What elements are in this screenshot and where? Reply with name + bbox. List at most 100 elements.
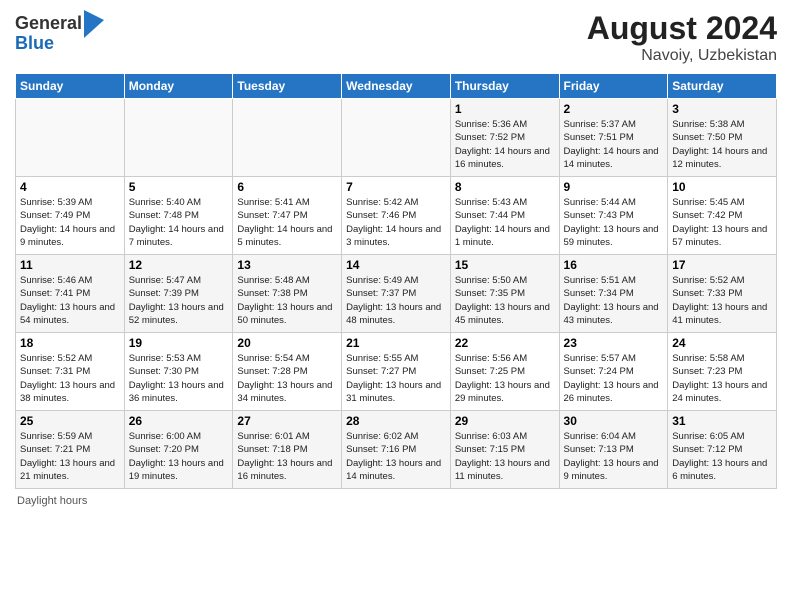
day-cell: 28 Sunrise: 6:02 AM Sunset: 7:16 PM Dayli… <box>342 411 451 489</box>
day-info: Sunrise: 6:00 AM Sunset: 7:20 PM Dayligh… <box>129 430 229 483</box>
day-number: 3 <box>672 102 772 116</box>
day-cell <box>16 99 125 177</box>
weekday-saturday: Saturday <box>668 74 777 99</box>
day-cell: 19 Sunrise: 5:53 AM Sunset: 7:30 PM Dayli… <box>124 333 233 411</box>
day-cell: 13 Sunrise: 5:48 AM Sunset: 7:38 PM Dayli… <box>233 255 342 333</box>
day-info: Sunrise: 5:36 AM Sunset: 7:52 PM Dayligh… <box>455 118 555 171</box>
day-info: Sunrise: 5:43 AM Sunset: 7:44 PM Dayligh… <box>455 196 555 249</box>
day-number: 5 <box>129 180 229 194</box>
day-cell: 3Sunrise: 5:38 AM Sunset: 7:50 PM Daylig… <box>668 99 777 177</box>
day-info: Sunrise: 5:52 AM Sunset: 7:33 PM Dayligh… <box>672 274 772 327</box>
day-number: 29 <box>455 414 555 428</box>
day-number: 7 <box>346 180 446 194</box>
week-row-4: 18 Sunrise: 5:52 AM Sunset: 7:31 PM Dayli… <box>16 333 777 411</box>
location: Navoiy, Uzbekistan <box>587 47 777 65</box>
day-number: 18 <box>20 336 120 350</box>
day-info: Sunrise: 5:41 AM Sunset: 7:47 PM Dayligh… <box>237 196 337 249</box>
day-cell: 12 Sunrise: 5:47 AM Sunset: 7:39 PM Dayli… <box>124 255 233 333</box>
day-number: 27 <box>237 414 337 428</box>
day-number: 21 <box>346 336 446 350</box>
day-number: 31 <box>672 414 772 428</box>
day-cell: 26 Sunrise: 6:00 AM Sunset: 7:20 PM Dayli… <box>124 411 233 489</box>
day-info: Sunrise: 5:45 AM Sunset: 7:42 PM Dayligh… <box>672 196 772 249</box>
day-cell: 15Sunrise: 5:50 AM Sunset: 7:35 PM Dayli… <box>450 255 559 333</box>
day-info: Sunrise: 6:01 AM Sunset: 7:18 PM Dayligh… <box>237 430 337 483</box>
weekday-friday: Friday <box>559 74 668 99</box>
daylight-label: Daylight hours <box>17 495 87 507</box>
day-cell <box>124 99 233 177</box>
day-number: 26 <box>129 414 229 428</box>
day-cell: 16 Sunrise: 5:51 AM Sunset: 7:34 PM Dayli… <box>559 255 668 333</box>
day-cell: 2 Sunrise: 5:37 AM Sunset: 7:51 PM Daylig… <box>559 99 668 177</box>
footer: Daylight hours <box>15 495 777 507</box>
day-info: Sunrise: 6:02 AM Sunset: 7:16 PM Dayligh… <box>346 430 446 483</box>
day-cell: 4 Sunrise: 5:39 AM Sunset: 7:49 PM Daylig… <box>16 177 125 255</box>
day-number: 30 <box>564 414 664 428</box>
day-number: 4 <box>20 180 120 194</box>
day-number: 20 <box>237 336 337 350</box>
day-info: Sunrise: 5:55 AM Sunset: 7:27 PM Dayligh… <box>346 352 446 405</box>
day-number: 2 <box>564 102 664 116</box>
day-info: Sunrise: 5:51 AM Sunset: 7:34 PM Dayligh… <box>564 274 664 327</box>
day-cell: 8 Sunrise: 5:43 AM Sunset: 7:44 PM Daylig… <box>450 177 559 255</box>
day-info: Sunrise: 5:53 AM Sunset: 7:30 PM Dayligh… <box>129 352 229 405</box>
logo-blue-text: Blue <box>15 33 54 53</box>
day-cell: 31 Sunrise: 6:05 AM Sunset: 7:12 PM Dayli… <box>668 411 777 489</box>
day-number: 28 <box>346 414 446 428</box>
week-row-1: 1Sunrise: 5:36 AM Sunset: 7:52 PM Daylig… <box>16 99 777 177</box>
day-cell: 10Sunrise: 5:45 AM Sunset: 7:42 PM Dayli… <box>668 177 777 255</box>
day-number: 15 <box>455 258 555 272</box>
weekday-monday: Monday <box>124 74 233 99</box>
logo-general-text: General <box>15 14 82 34</box>
weekday-wednesday: Wednesday <box>342 74 451 99</box>
day-cell: 18 Sunrise: 5:52 AM Sunset: 7:31 PM Dayli… <box>16 333 125 411</box>
day-info: Sunrise: 5:59 AM Sunset: 7:21 PM Dayligh… <box>20 430 120 483</box>
weekday-header-row: SundayMondayTuesdayWednesdayThursdayFrid… <box>16 74 777 99</box>
day-cell: 24Sunrise: 5:58 AM Sunset: 7:23 PM Dayli… <box>668 333 777 411</box>
day-cell <box>342 99 451 177</box>
day-info: Sunrise: 5:52 AM Sunset: 7:31 PM Dayligh… <box>20 352 120 405</box>
day-number: 9 <box>564 180 664 194</box>
day-cell <box>233 99 342 177</box>
day-number: 12 <box>129 258 229 272</box>
day-number: 14 <box>346 258 446 272</box>
day-number: 11 <box>20 258 120 272</box>
day-cell: 5 Sunrise: 5:40 AM Sunset: 7:48 PM Daylig… <box>124 177 233 255</box>
day-number: 17 <box>672 258 772 272</box>
day-info: Sunrise: 6:05 AM Sunset: 7:12 PM Dayligh… <box>672 430 772 483</box>
day-cell: 23Sunrise: 5:57 AM Sunset: 7:24 PM Dayli… <box>559 333 668 411</box>
day-cell: 9Sunrise: 5:44 AM Sunset: 7:43 PM Daylig… <box>559 177 668 255</box>
day-info: Sunrise: 5:39 AM Sunset: 7:49 PM Dayligh… <box>20 196 120 249</box>
day-info: Sunrise: 5:49 AM Sunset: 7:37 PM Dayligh… <box>346 274 446 327</box>
day-cell: 21 Sunrise: 5:55 AM Sunset: 7:27 PM Dayli… <box>342 333 451 411</box>
day-number: 22 <box>455 336 555 350</box>
day-info: Sunrise: 5:48 AM Sunset: 7:38 PM Dayligh… <box>237 274 337 327</box>
page: General Blue August 2024 Navoiy, Uzbekis… <box>0 0 792 612</box>
weekday-sunday: Sunday <box>16 74 125 99</box>
day-cell: 1Sunrise: 5:36 AM Sunset: 7:52 PM Daylig… <box>450 99 559 177</box>
day-info: Sunrise: 5:46 AM Sunset: 7:41 PM Dayligh… <box>20 274 120 327</box>
day-info: Sunrise: 5:40 AM Sunset: 7:48 PM Dayligh… <box>129 196 229 249</box>
day-info: Sunrise: 5:57 AM Sunset: 7:24 PM Dayligh… <box>564 352 664 405</box>
day-info: Sunrise: 5:37 AM Sunset: 7:51 PM Dayligh… <box>564 118 664 171</box>
month-year: August 2024 <box>587 10 777 47</box>
day-cell: 17 Sunrise: 5:52 AM Sunset: 7:33 PM Dayli… <box>668 255 777 333</box>
day-number: 13 <box>237 258 337 272</box>
week-row-3: 11 Sunrise: 5:46 AM Sunset: 7:41 PM Dayli… <box>16 255 777 333</box>
weekday-thursday: Thursday <box>450 74 559 99</box>
week-row-5: 25Sunrise: 5:59 AM Sunset: 7:21 PM Dayli… <box>16 411 777 489</box>
day-cell: 7Sunrise: 5:42 AM Sunset: 7:46 PM Daylig… <box>342 177 451 255</box>
title-block: August 2024 Navoiy, Uzbekistan <box>587 10 777 65</box>
day-cell: 22Sunrise: 5:56 AM Sunset: 7:25 PM Dayli… <box>450 333 559 411</box>
day-number: 19 <box>129 336 229 350</box>
day-number: 16 <box>564 258 664 272</box>
day-info: Sunrise: 6:04 AM Sunset: 7:13 PM Dayligh… <box>564 430 664 483</box>
day-cell: 6Sunrise: 5:41 AM Sunset: 7:47 PM Daylig… <box>233 177 342 255</box>
weekday-tuesday: Tuesday <box>233 74 342 99</box>
day-cell: 29Sunrise: 6:03 AM Sunset: 7:15 PM Dayli… <box>450 411 559 489</box>
day-cell: 30 Sunrise: 6:04 AM Sunset: 7:13 PM Dayli… <box>559 411 668 489</box>
day-info: Sunrise: 5:58 AM Sunset: 7:23 PM Dayligh… <box>672 352 772 405</box>
day-info: Sunrise: 5:47 AM Sunset: 7:39 PM Dayligh… <box>129 274 229 327</box>
calendar-table: SundayMondayTuesdayWednesdayThursdayFrid… <box>15 73 777 489</box>
day-number: 8 <box>455 180 555 194</box>
